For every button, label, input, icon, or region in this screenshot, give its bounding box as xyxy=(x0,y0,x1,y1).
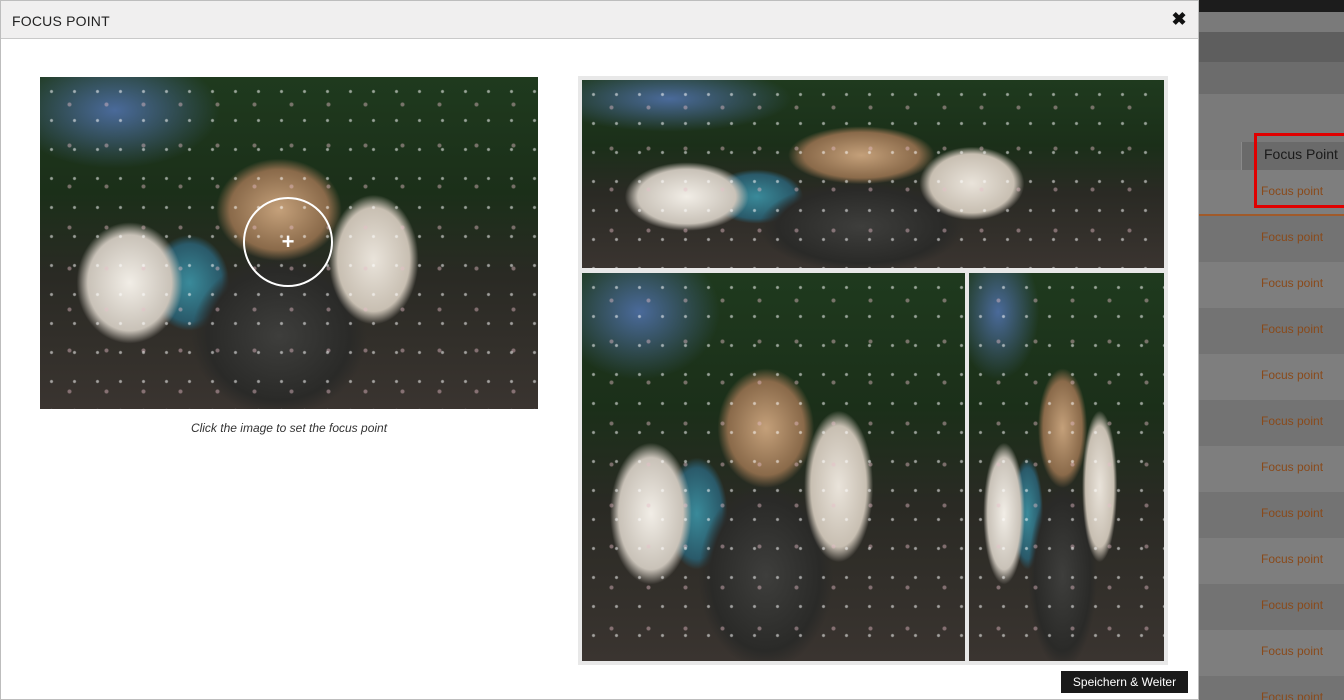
focus-point-link[interactable]: Focus point xyxy=(1261,690,1323,700)
focus-point-link[interactable]: Focus point xyxy=(1261,276,1323,290)
table-row: Focus point xyxy=(1198,630,1344,676)
focus-point-modal: FOCUS POINT ✖ + Click the image to set t… xyxy=(0,0,1199,700)
table-row: Focus point xyxy=(1198,262,1344,308)
modal-header: FOCUS POINT ✖ xyxy=(1,1,1198,39)
focus-point-link[interactable]: Focus point xyxy=(1261,368,1323,382)
focus-point-link[interactable]: Focus point xyxy=(1261,552,1323,566)
preview-narrow-crop xyxy=(969,273,1164,661)
photo-texture xyxy=(582,80,1164,268)
table-rows: Focus point Focus point Focus point Focu… xyxy=(1198,170,1344,700)
modal-title: FOCUS POINT xyxy=(12,13,110,29)
preview-wide-crop xyxy=(582,80,1164,268)
photo-texture xyxy=(582,273,965,661)
close-icon[interactable]: ✖ xyxy=(1170,10,1188,28)
focus-point-link[interactable]: Focus point xyxy=(1261,414,1323,428)
preview-medium-crop xyxy=(582,273,965,661)
table-row: Focus point xyxy=(1198,446,1344,492)
highlight-box xyxy=(1254,133,1344,208)
save-continue-button[interactable]: Speichern & Weiter xyxy=(1061,671,1188,693)
focus-point-link[interactable]: Focus point xyxy=(1261,230,1323,244)
table-row: Focus point xyxy=(1198,676,1344,700)
table-header-cell xyxy=(1198,142,1242,170)
plus-icon: + xyxy=(281,229,295,254)
table-row: Focus point xyxy=(1198,492,1344,538)
table-row: Focus point xyxy=(1198,584,1344,630)
table-row: Focus point xyxy=(1198,354,1344,400)
focus-hint: Click the image to set the focus point xyxy=(190,421,388,435)
focus-point-link[interactable]: Focus point xyxy=(1261,598,1323,612)
focus-point-link[interactable]: Focus point xyxy=(1261,506,1323,520)
table-row: Focus point xyxy=(1198,216,1344,262)
focus-point-link[interactable]: Focus point xyxy=(1261,322,1323,336)
photo-texture xyxy=(969,273,1164,661)
focus-point-link[interactable]: Focus point xyxy=(1261,644,1323,658)
table-row: Focus point xyxy=(1198,308,1344,354)
table-row: Focus point xyxy=(1198,400,1344,446)
focus-point-link[interactable]: Focus point xyxy=(1261,460,1323,474)
table-row: Focus point xyxy=(1198,538,1344,584)
